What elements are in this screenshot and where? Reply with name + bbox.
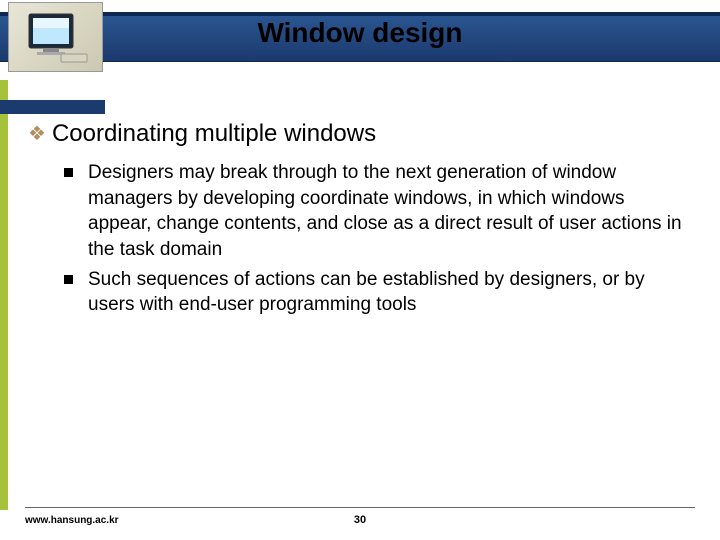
page-title: Window design: [0, 0, 720, 65]
diamond-bullet-icon: ❖: [28, 124, 46, 144]
side-accent-dark: [0, 100, 105, 114]
footer-divider: [25, 507, 695, 508]
list-item: Such sequences of actions can be establi…: [64, 267, 690, 318]
list-item: Designers may break through to the next …: [64, 160, 690, 263]
bullet-list: Designers may break through to the next …: [64, 160, 690, 318]
slide-header: Window design: [0, 0, 720, 72]
slide-content: ❖ Coordinating multiple windows Designer…: [28, 120, 690, 322]
section-heading: ❖ Coordinating multiple windows: [28, 120, 690, 148]
footer-url: www.hansung.ac.kr: [25, 515, 119, 526]
footer-page-number: 30: [354, 514, 366, 526]
side-accent: [0, 80, 8, 510]
section-heading-text: Coordinating multiple windows: [52, 120, 376, 148]
